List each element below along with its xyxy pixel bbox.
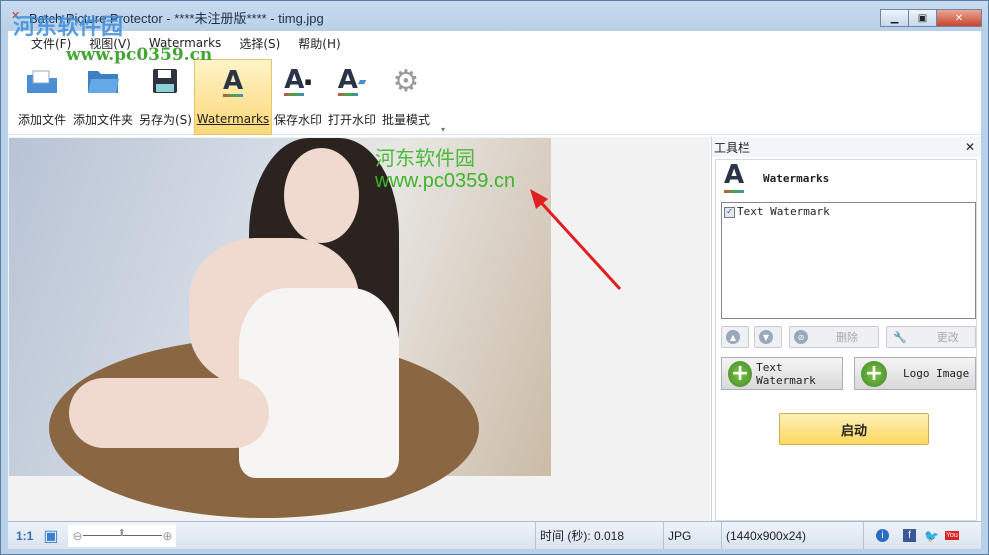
zoom-slider-thumb[interactable]: ⬆ xyxy=(118,528,126,539)
watermark-icon: A xyxy=(724,160,745,193)
save-watermark-button[interactable]: A ▪ 保存水印 xyxy=(274,59,322,135)
format-readout: JPG xyxy=(663,522,721,549)
arrow-down-icon: ▼ xyxy=(759,330,773,344)
close-button[interactable]: ✕ xyxy=(936,9,982,27)
time-readout: 时间 (秒): 0.018 xyxy=(535,522,663,549)
wrench-icon: 🔧 xyxy=(893,330,907,344)
add-folder-icon xyxy=(85,63,121,99)
watermarks-button[interactable]: A Watermarks xyxy=(194,59,272,135)
dimensions-readout: (1440x900x24) xyxy=(721,522,863,549)
watermark-icon: A xyxy=(222,65,244,97)
start-button[interactable]: 启动 xyxy=(779,413,929,445)
add-logo-image-button[interactable]: + Logo Image xyxy=(854,357,976,390)
add-file-icon xyxy=(24,63,60,99)
zoom-out-icon[interactable]: ⊖ xyxy=(72,529,82,543)
delete-icon: ⊘ xyxy=(794,330,808,344)
batch-mode-button[interactable]: ⚙ 批量模式 xyxy=(382,59,430,135)
menu-help[interactable]: 帮助(H) xyxy=(289,35,349,52)
save-as-button[interactable]: 另存为(S) xyxy=(139,59,192,135)
zoom-in-icon[interactable]: ⊕ xyxy=(162,529,172,543)
add-folder-button[interactable]: 添加文件夹 xyxy=(73,59,133,135)
fit-window-icon[interactable]: ▣ xyxy=(43,526,58,546)
image-canvas[interactable]: 河东软件园 www.pc0359.cn xyxy=(8,137,710,521)
menu-bar: 文件(F) 视图(V) Watermarks 选择(S) 帮助(H) xyxy=(8,31,981,55)
image-watermark-text-2: www.pc0359.cn xyxy=(375,170,516,192)
plus-icon: + xyxy=(861,360,887,387)
toolbar: 添加文件 添加文件夹 另存为(S) A Watermarks A ▪ 保存水印 A ▰ 打… xyxy=(8,55,981,135)
save-icon xyxy=(147,63,183,99)
arrow-up-icon: ▲ xyxy=(726,330,740,344)
watermark-list: ✓ Text Watermark xyxy=(721,202,976,319)
delete-button[interactable]: ⊘ 删除 xyxy=(789,326,879,348)
menu-watermarks[interactable]: Watermarks xyxy=(140,36,230,50)
move-down-button[interactable]: ▼ xyxy=(754,326,782,348)
facebook-icon[interactable]: f xyxy=(903,529,916,542)
open-watermark-button[interactable]: A ▰ 打开水印 xyxy=(328,59,376,135)
list-item[interactable]: ✓ Text Watermark xyxy=(724,205,973,218)
edit-button[interactable]: 🔧 更改 xyxy=(886,326,976,348)
preview-image: 河东软件园 www.pc0359.cn xyxy=(9,138,551,518)
tool-panel: 工具栏 ✕ A Watermarks ✓ Text Watermark ▲ ▼ ⊘ 删… xyxy=(711,137,981,521)
menu-file[interactable]: 文件(F) xyxy=(22,35,80,52)
checkbox[interactable]: ✓ xyxy=(724,206,735,218)
panel-heading: Watermarks xyxy=(763,172,830,185)
maximize-button[interactable]: ▣ xyxy=(908,9,937,27)
window-title: Batch Picture Protector - ****未注册版**** -… xyxy=(29,10,324,26)
info-icon[interactable]: i xyxy=(876,529,889,542)
app-icon: ✕ xyxy=(11,9,21,22)
gear-icon: ⚙ xyxy=(392,63,420,99)
menu-select[interactable]: 选择(S) xyxy=(230,35,289,52)
app-window: ✕ Batch Picture Protector - ****未注册版****… xyxy=(0,0,989,555)
twitter-icon[interactable]: 🐦 xyxy=(924,529,939,543)
actual-size-button[interactable]: 1:1 xyxy=(16,529,33,543)
panel-title: 工具栏 xyxy=(714,140,751,155)
minimize-button[interactable]: ▁ xyxy=(880,9,909,27)
open-watermark-icon: A ▰ xyxy=(337,64,367,96)
status-bar: 1:1 ▣ ⊖ ⬆ ⊕ 时间 (秒): 0.018 JPG (1440x900x… xyxy=(8,521,981,549)
menu-view[interactable]: 视图(V) xyxy=(80,35,140,52)
save-watermark-icon: A ▪ xyxy=(284,64,312,96)
move-up-button[interactable]: ▲ xyxy=(721,326,749,348)
image-watermark-text-1: 河东软件园 xyxy=(375,146,475,170)
red-arrow-annotation xyxy=(530,189,622,291)
plus-icon: + xyxy=(728,360,753,387)
youtube-icon[interactable]: You xyxy=(944,531,959,540)
add-text-watermark-button[interactable]: + Text Watermark xyxy=(721,357,843,390)
panel-close-icon[interactable]: ✕ xyxy=(965,140,975,154)
title-bar: ✕ Batch Picture Protector - ****未注册版****… xyxy=(7,1,988,33)
ribbon-expand-icon[interactable]: ▾ xyxy=(441,125,445,134)
add-file-button[interactable]: 添加文件 xyxy=(18,59,66,135)
zoom-slider[interactable]: ⊖ ⬆ ⊕ xyxy=(68,524,177,547)
